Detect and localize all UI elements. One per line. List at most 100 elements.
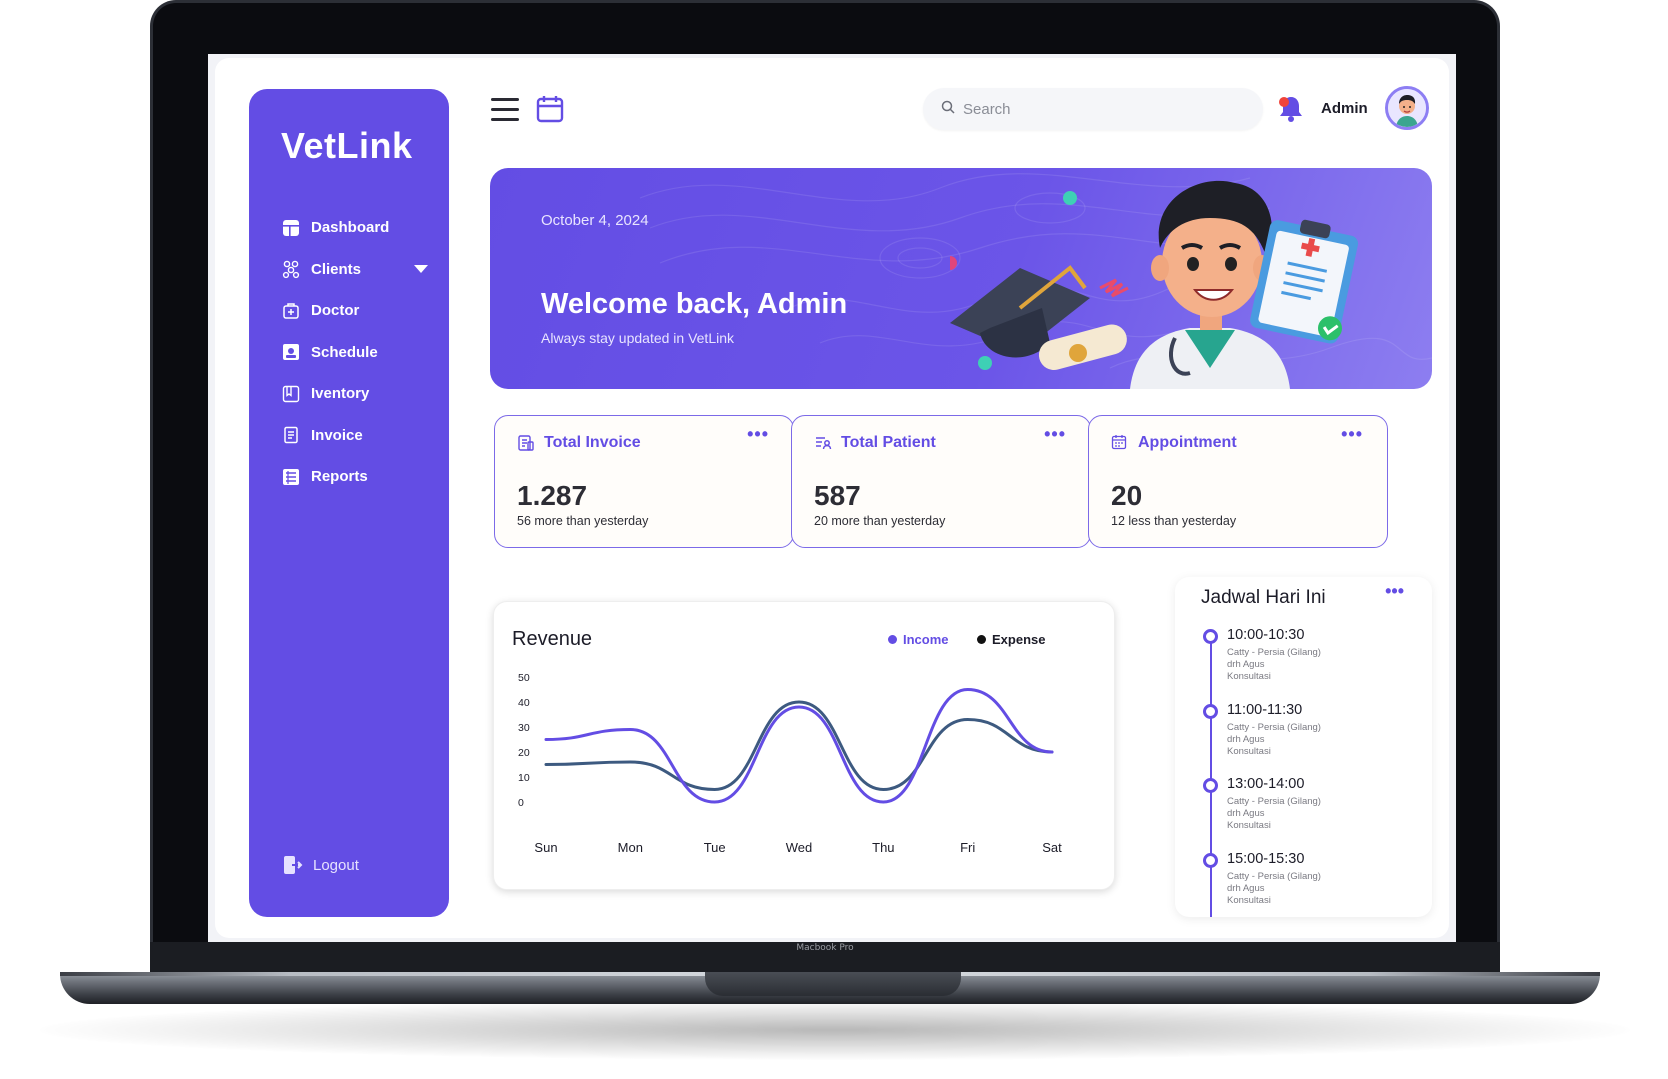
avatar[interactable]: [1385, 86, 1429, 130]
sidebar-item-label: Dashboard: [311, 219, 390, 237]
sidebar-nav: Dashboard Clients Doctor Schedule Ivento…: [281, 207, 431, 498]
clients-icon: [281, 259, 301, 279]
y-tick-label: 40: [518, 697, 530, 709]
stat-note: 12 less than yesterday: [1111, 514, 1237, 528]
invoice-icon: [517, 434, 535, 452]
slot-type: Konsultasi: [1227, 745, 1271, 757]
stat-value: 587: [814, 480, 861, 511]
x-tick-label: Sun: [534, 840, 557, 855]
stat-note: 20 more than yesterday: [814, 514, 946, 528]
search-input[interactable]: [963, 100, 1243, 118]
app-window: VetLink Dashboard Clients Doctor Schedul…: [215, 58, 1449, 938]
y-tick-label: 20: [518, 747, 530, 759]
timeline-dot: [1203, 778, 1218, 793]
banner-subtitle: Always stay updated in VetLink: [541, 330, 735, 346]
x-tick-label: Thu: [872, 840, 894, 855]
timeline-dot: [1203, 629, 1218, 644]
calendar-icon: [1111, 434, 1129, 452]
slot-type: Konsultasi: [1227, 820, 1271, 831]
slot-doctor: drh Agus: [1227, 882, 1265, 894]
more-options-icon[interactable]: •••: [1385, 581, 1404, 602]
banner-title: Welcome back, Admin: [541, 288, 848, 320]
search-icon: [941, 100, 955, 119]
more-options-icon[interactable]: •••: [747, 424, 769, 445]
sidebar-item-label: Reports: [311, 468, 368, 486]
schedule-title: Jadwal Hari Ini: [1201, 587, 1326, 608]
more-options-icon[interactable]: •••: [1044, 424, 1066, 445]
laptop-notch: [705, 972, 961, 996]
slot-time: 10:00-10:30: [1227, 627, 1305, 643]
stat-value: 20: [1111, 480, 1143, 511]
sidebar: VetLink Dashboard Clients Doctor Schedul…: [249, 89, 449, 917]
slot-time: 11:00-11:30: [1227, 701, 1303, 718]
banner-date: October 4, 2024: [541, 212, 649, 229]
x-tick-label: Mon: [618, 840, 643, 855]
slot-patient: Catty - Persia (Gilang): [1227, 647, 1321, 658]
x-tick-label: Sat: [1042, 840, 1062, 855]
slot-doctor: drh Agus: [1227, 659, 1265, 670]
slot-time: 13:00-14:00: [1227, 776, 1305, 792]
sidebar-item-inventory[interactable]: Iventory: [281, 373, 431, 415]
invoice-icon: [281, 425, 301, 445]
stat-title: Appointment: [1138, 434, 1237, 451]
slot-type: Konsultasi: [1227, 671, 1271, 682]
reports-icon: [281, 467, 301, 487]
series-line-expense: [544, 700, 1054, 792]
chevron-down-icon[interactable]: [414, 265, 428, 274]
y-tick-label: 50: [518, 672, 530, 684]
stat-card-appointment: Appointment ••• 20 12 less than yesterda…: [1088, 415, 1388, 548]
stat-value: 1.287: [517, 480, 588, 511]
sidebar-item-label: Iventory: [311, 385, 370, 403]
notification-bell-icon[interactable]: [1277, 94, 1305, 124]
doctor-illustration: [950, 180, 1359, 389]
slot-patient: Catty - Persia (Gilang): [1227, 721, 1321, 733]
slot-doctor: drh Agus: [1227, 733, 1265, 745]
stat-title: Total Patient: [841, 434, 936, 451]
series-line-income: [544, 687, 1054, 804]
timeline-line: [1210, 635, 1212, 917]
y-tick-label: 10: [518, 772, 530, 784]
revenue-line-chart: 0 10 20 30 40 50 Sun Mon Tue Wed Thu Fri Sat: [518, 672, 1062, 855]
y-tick-label: 30: [518, 722, 530, 734]
sidebar-item-dashboard[interactable]: Dashboard: [281, 207, 431, 249]
schedule-icon: [281, 342, 301, 362]
sidebar-item-label: Clients: [311, 260, 362, 278]
brand-logo: VetLink: [281, 125, 413, 166]
sidebar-item-reports[interactable]: Reports: [281, 456, 431, 498]
logout-icon: [281, 854, 303, 876]
logout-label: Logout: [313, 856, 359, 874]
slot-patient: Catty - Persia (Gilang): [1227, 796, 1321, 807]
user-name: Admin: [1321, 100, 1368, 117]
stat-card-total-invoice: Total Invoice ••• 1.287 56 more than yes…: [494, 415, 794, 548]
search-bar[interactable]: [923, 88, 1263, 130]
sidebar-item-label: Doctor: [311, 302, 360, 320]
timeline-dot: [1203, 703, 1218, 719]
timeline-dot: [1203, 852, 1218, 868]
sidebar-item-label: Schedule: [311, 343, 378, 361]
dashboard-icon: [281, 218, 301, 238]
sidebar-item-schedule[interactable]: Schedule: [281, 332, 431, 374]
more-options-icon[interactable]: •••: [1341, 424, 1363, 445]
sidebar-item-label: Invoice: [311, 426, 363, 444]
patient-icon: [814, 434, 832, 452]
hamburger-menu-icon[interactable]: [491, 98, 519, 122]
inventory-icon: [281, 384, 301, 404]
sidebar-item-invoice[interactable]: Invoice: [281, 415, 431, 457]
revenue-chart-card: Revenue Income Expense 0 10 20 30 40 50 Sun Mon…: [493, 601, 1115, 890]
slot-type: Konsultasi: [1227, 894, 1271, 906]
stat-card-total-patient: Total Patient ••• 587 20 more than yeste…: [791, 415, 1091, 548]
y-tick-label: 0: [518, 797, 524, 809]
logout-button[interactable]: Logout: [281, 854, 359, 876]
x-tick-label: Wed: [786, 840, 813, 855]
calendar-icon[interactable]: [535, 94, 565, 124]
stat-note: 56 more than yesterday: [517, 514, 649, 528]
laptop-shadow: [40, 1000, 1630, 1060]
x-tick-label: Tue: [704, 840, 726, 855]
slot-patient: Catty - Persia (Gilang): [1227, 870, 1321, 882]
x-tick-label: Fri: [960, 840, 975, 855]
sidebar-item-doctor[interactable]: Doctor: [281, 290, 431, 332]
sidebar-item-clients[interactable]: Clients: [281, 249, 431, 291]
device-label: Macbook Pro: [796, 943, 854, 953]
screen: VetLink Dashboard Clients Doctor Schedul…: [208, 54, 1456, 942]
stat-title: Total Invoice: [544, 434, 641, 451]
